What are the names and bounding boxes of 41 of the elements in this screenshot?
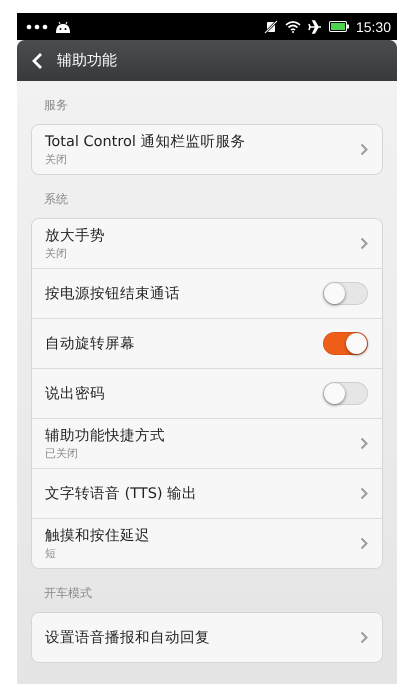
setting-title: 文字转语音 (TTS) 输出 <box>45 484 198 503</box>
settings-row[interactable]: Total Control 通知栏监听服务 关闭 <box>32 125 382 174</box>
section-header: 系统 <box>43 191 69 208</box>
setting-status: 关闭 <box>45 152 68 167</box>
chevron-icon <box>360 237 368 250</box>
battery-icon <box>328 21 349 32</box>
setting-title: 自动旋转屏幕 <box>45 335 136 353</box>
chevron-icon <box>360 537 368 550</box>
settings-row[interactable]: 放大手势 关闭 <box>32 219 382 268</box>
settings-row[interactable]: 设置语音播报和自动回复 <box>32 613 382 662</box>
section-header: 服务 <box>43 97 69 114</box>
muted-vibrate-icon <box>264 20 278 34</box>
settings-row[interactable]: 按电源按钮结束通话 <box>32 268 382 318</box>
setting-title: 放大手势 <box>45 226 106 245</box>
more-dots-icon <box>26 24 48 30</box>
setting-title: 按电源按钮结束通话 <box>45 285 181 303</box>
setting-status: 关闭 <box>45 246 68 261</box>
setting-title: 触摸和按住延迟 <box>45 527 151 545</box>
setting-title: 设置语音播报和自动回复 <box>45 628 211 647</box>
settings-row[interactable]: 文字转语音 (TTS) 输出 <box>32 468 382 518</box>
settings-row[interactable]: 说出密码 <box>32 368 382 418</box>
chevron-icon <box>360 487 368 500</box>
airplane-icon <box>308 20 322 34</box>
setting-title: 说出密码 <box>45 384 106 403</box>
setting-status: 已关闭 <box>45 446 79 461</box>
settings-row[interactable]: 辅助功能快捷方式 已关闭 <box>32 418 382 468</box>
setting-status: 短 <box>45 546 57 561</box>
setting-title: 辅助功能快捷方式 <box>45 426 166 445</box>
back-icon[interactable] <box>31 52 43 70</box>
chevron-icon <box>360 437 368 450</box>
settings-row[interactable]: 触摸和按住延迟 短 <box>32 518 382 568</box>
screen-title: 辅助功能 <box>57 51 117 70</box>
chevron-icon <box>360 631 368 644</box>
toggle-switch[interactable] <box>323 332 368 355</box>
wifi-icon <box>284 20 301 33</box>
setting-title: Total Control 通知栏监听服务 <box>45 133 246 151</box>
section-header: 开车模式 <box>43 585 93 602</box>
chevron-icon <box>360 143 368 156</box>
robot-icon <box>55 20 71 32</box>
settings-row[interactable]: 自动旋转屏幕 <box>32 318 382 368</box>
clock-time: 15:30 <box>356 18 391 34</box>
